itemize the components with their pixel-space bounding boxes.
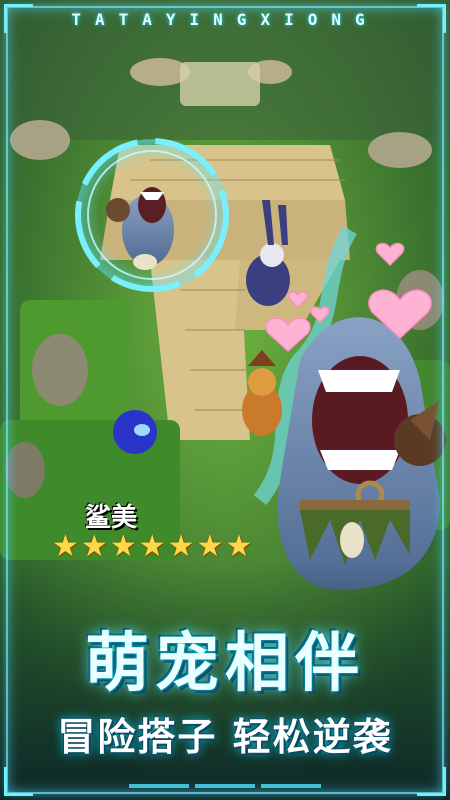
star-icon: ★ bbox=[167, 529, 195, 564]
star-icon: ★ bbox=[225, 529, 253, 564]
tagline-main: 萌宠相伴 bbox=[85, 627, 365, 701]
star-icon: ★ bbox=[80, 529, 108, 564]
star-icon: ★ bbox=[138, 529, 166, 564]
star-icon: ★ bbox=[52, 529, 79, 564]
star-rating: ★ ★ ★ ★ ★ ★ ★ bbox=[52, 532, 252, 562]
star-icon: ★ bbox=[196, 529, 224, 564]
star-icon: ★ bbox=[109, 529, 137, 564]
game-promo-stage: TATAYINGXIONG 鲨美 ★ ★ ★ ★ ★ ★ ★ 萌宠相伴 冒险搭子… bbox=[0, 0, 450, 800]
tagline-sub: 冒险搭子 轻松逆袭 bbox=[57, 715, 393, 759]
brand-title: TATAYINGXIONG bbox=[71, 10, 379, 29]
bottom-decor-bar bbox=[0, 780, 450, 792]
